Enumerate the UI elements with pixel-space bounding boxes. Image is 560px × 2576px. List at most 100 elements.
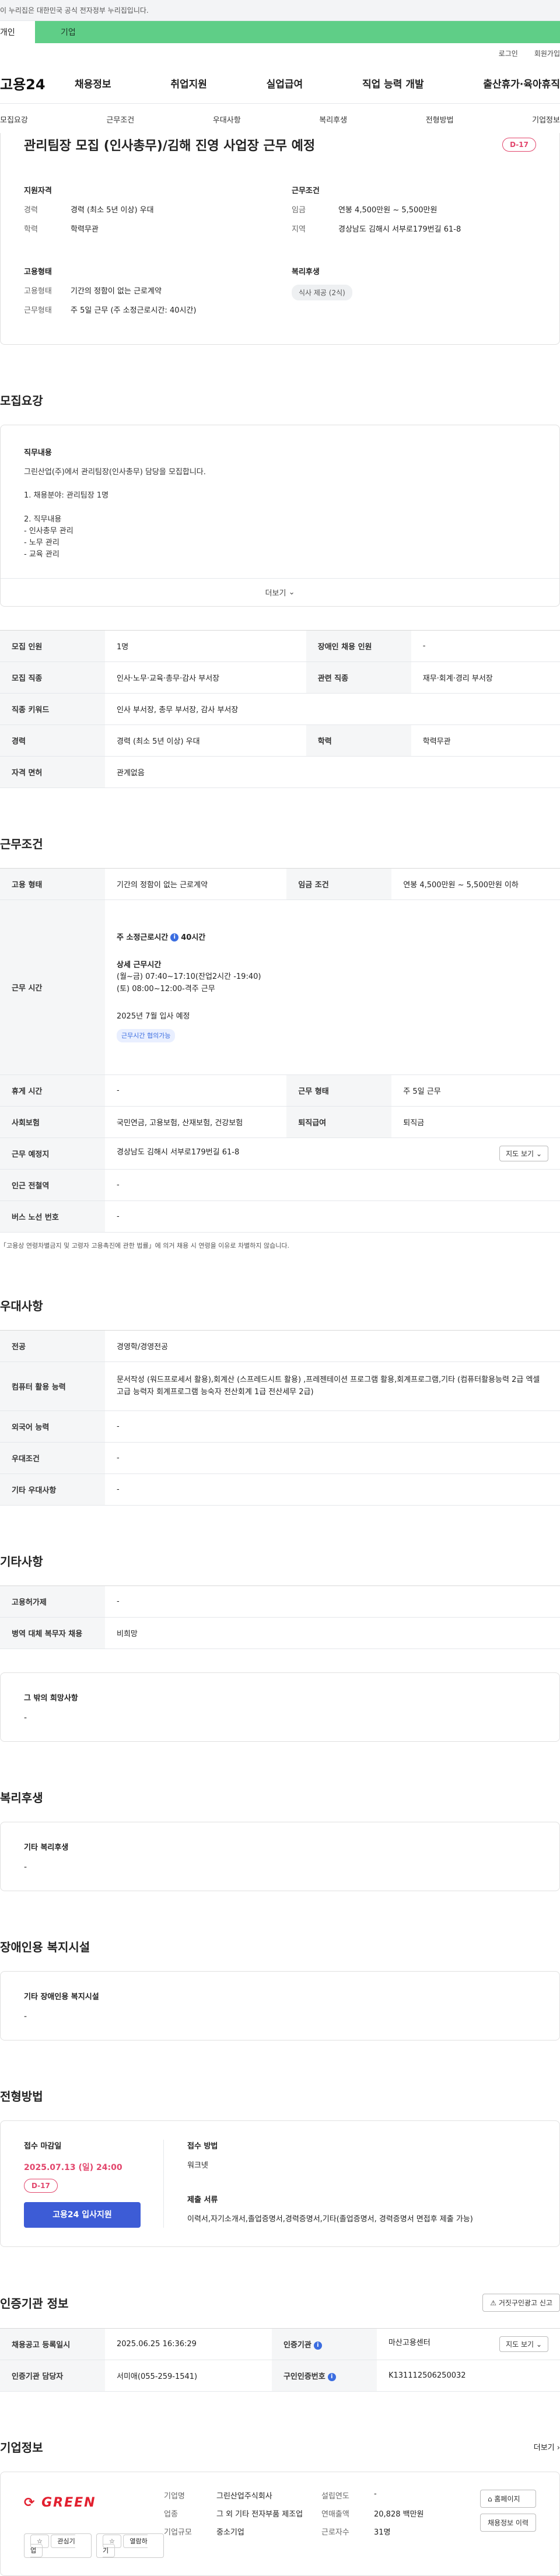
cell-label: 인증기관 담당자	[0, 2360, 105, 2392]
subnav-prefer[interactable]: 우대사항	[213, 114, 241, 125]
subnav-conditions[interactable]: 근무조건	[106, 114, 134, 125]
more-button[interactable]: 더보기 ⌄	[1, 578, 559, 606]
gnb-item-unemployment[interactable]: 실업급여	[267, 76, 303, 90]
job-description-card: 직무내용 그린산업(주)에서 관리팀장(인사총무) 담당을 모집합니다. 1. …	[0, 425, 560, 607]
gnb-item-skills[interactable]: 직업 능력 개발	[362, 76, 424, 90]
agency-map-button[interactable]: 지도 보기 ⌄	[499, 2336, 548, 2353]
table-row: 근무 예정지 경상남도 김해시 서부로179번길 61-8 지도 보기 ⌄	[0, 1138, 560, 1170]
cell-label: 근무 시간	[0, 900, 105, 1076]
region-value: 경상남도 김해시 서부로179번길 61-8	[338, 225, 461, 234]
site-logo[interactable]: 고용24	[0, 73, 58, 93]
cell-label: 사회보험	[0, 1106, 105, 1139]
favorite-button[interactable]: ☆ 관심기업	[24, 2533, 92, 2558]
welfare-card-value: -	[24, 1863, 27, 1873]
company-more-link[interactable]: 더보기 ›	[534, 2441, 560, 2452]
agency-value: 마산고용센터	[388, 2339, 430, 2348]
wage-label: 임금	[292, 206, 306, 215]
summary-welfare: 복리후생 식사 제공 (2식)	[292, 265, 536, 323]
chevron-down-icon: ⌄	[536, 2340, 542, 2349]
table-row: 직종 키워드 인사 부서장, 총무 부서장, 감사 부서장	[0, 693, 560, 726]
desc-title: 직무내용	[24, 449, 52, 457]
info-icon[interactable]: i	[313, 2341, 322, 2350]
company-logo: ⟳ GREEN	[24, 2496, 96, 2511]
company-header: 기업정보 더보기 ›	[0, 2438, 560, 2455]
desc-line: 그린산업(주)에서 관리팀장(인사총무) 담당을 모집합니다.	[24, 468, 206, 477]
subnav-selection[interactable]: 전형방법	[426, 114, 454, 125]
home-icon: ⌂	[487, 2495, 492, 2504]
gnb-item-jobs[interactable]: 채용정보	[75, 76, 111, 90]
agency-header: 인증기관 정보 ⚠ 거짓구인광고 신고	[0, 2294, 560, 2312]
cell-value: 관계없음	[105, 756, 560, 789]
job-title: 관리팀장 모집 (인사총무)/김해 진영 사업장 근무 예정	[24, 139, 316, 153]
disabled-card: 기타 장애인용 복지시설 -	[0, 1971, 560, 2041]
deadline-value: 2025.07.13 (일) 24:00	[24, 2163, 123, 2173]
table-row: 채용공고 등록일시 2025.06.25 16:36:29 인증기관 i 마산고용…	[0, 2328, 560, 2361]
chevron-right-icon: ›	[556, 2444, 560, 2453]
section-title-disabled: 장애인용 복지시설	[0, 1940, 90, 1955]
summary-employment: 고용형태 고용형태 기간의 정함이 없는 근로계약 근무형태 주 5일 근무 (주 …	[24, 265, 268, 323]
gnb-item-employment-support[interactable]: 취업지원	[170, 76, 207, 90]
cell-value: -	[105, 1474, 560, 1506]
detail-title: 상세 근무시간	[117, 960, 162, 970]
apply-button[interactable]: 고용24 입사지원	[24, 2202, 141, 2228]
cell-value: -	[411, 630, 560, 663]
table-row: 병역 대체 복무자 채용 비희망	[0, 1617, 560, 1650]
cell-value: 서미애(055-259-1541)	[105, 2360, 272, 2392]
table-row: 모집 인원 1명 장애인 채용 인원 -	[0, 630, 560, 663]
subnav-recruit[interactable]: 모집요강	[0, 114, 28, 125]
emp-title: 고용형태	[24, 268, 52, 276]
company-card: ⟳ GREEN ☆ 관심기업 ☆ 열람하기 기업명 그린산업주식회사 설립연도 …	[0, 2472, 560, 2576]
table-row: 고용 형태 기간의 정함이 없는 근로계약 임금 조건 연봉 4,500만원 ~…	[0, 868, 560, 901]
cell-label: 근무 형태	[286, 1074, 392, 1107]
cell-label: 고용 형태	[0, 868, 105, 901]
cell-value: 2025.06.25 16:36:29	[105, 2328, 272, 2361]
homepage-button[interactable]: ⌂ 홈페이지	[480, 2490, 536, 2508]
docs-value: 이력서,자기소개서,졸업증명서,경력증명서,기타(졸업증명서, 경력증명서 면접…	[187, 2215, 473, 2224]
table-row: 전공 경영학/경영전공	[0, 1330, 560, 1363]
report-button[interactable]: ⚠ 거짓구인광고 신고	[482, 2294, 560, 2312]
cell-value: 문서작성 (워드프로세서 활용),회계산 (스프레드시트 활용) ,프레젠테이션…	[105, 1362, 560, 1412]
company-more-label: 더보기	[533, 2444, 555, 2453]
cell-value: K131112506250032	[376, 2360, 560, 2392]
cell-label: 모집 인원	[0, 630, 105, 663]
company-est-label: 설립연도	[321, 2492, 349, 2501]
tab-personal[interactable]: 개인	[0, 21, 35, 43]
cell-value: 퇴직금	[391, 1106, 560, 1139]
edu-label: 학력	[24, 225, 38, 234]
company-size-label: 기업규모	[164, 2528, 192, 2538]
place-value: 경상남도 김해시 서부로179번길 61-8	[117, 1148, 240, 1157]
company-sales-value: 20,828 백만원	[374, 2510, 424, 2519]
info-icon[interactable]: i	[327, 2372, 336, 2381]
cell-value: 1명	[105, 630, 306, 663]
table-row: 버스 노선 번호 -	[0, 1200, 560, 1233]
map-button[interactable]: 지도 보기 ⌄	[499, 1146, 548, 1162]
company-est-value: -	[374, 2490, 377, 2499]
cell-value: 재무·회계·경리 부서장	[411, 662, 560, 694]
subnav-company[interactable]: 기업정보	[532, 114, 560, 125]
login-link[interactable]: 로그인	[499, 48, 518, 58]
view-button[interactable]: ☆ 열람하기	[96, 2533, 164, 2558]
table-row: 인근 전철역 -	[0, 1169, 560, 1202]
subnav-welfare[interactable]: 복리후생	[319, 114, 347, 125]
etc-table: 고용허가제 - 병역 대체 복무자 채용 비희망	[0, 1586, 560, 1650]
report-icon: ⚠	[490, 2299, 497, 2308]
gnb-item-leave[interactable]: 출산휴가·육아휴직	[483, 76, 560, 90]
cell-label: 모집 직종	[0, 662, 105, 694]
hours-negotiable-tag: 근무시간 협의가능	[117, 1028, 176, 1043]
summary-card: 관리팀장 모집 (인사총무)/김해 진영 사업장 근무 예정 D-17 지원자격…	[0, 133, 560, 345]
docs-title: 제출 서류	[187, 2196, 218, 2205]
signup-link[interactable]: 회원가입	[534, 48, 560, 58]
tab-company-label: 기업	[61, 28, 76, 37]
section-title-welfare: 복리후생	[0, 1791, 43, 1805]
info-icon[interactable]: i	[170, 933, 179, 942]
tab-company[interactable]: 기업	[35, 21, 560, 43]
desc-line	[24, 478, 536, 490]
deadline-title: 접수 마감일	[24, 2142, 62, 2151]
chevron-down-icon: ⌄	[536, 1150, 542, 1158]
prefer-table: 전공 경영학/경영전공 컴퓨터 활용 능력 문서작성 (워드프로세서 활용),회…	[0, 1330, 560, 1506]
desc-line: - 인사총무 관리	[24, 526, 74, 536]
cell-value: 주 5일 근무	[391, 1074, 560, 1107]
job-history-button[interactable]: 채용정보 이력	[480, 2514, 536, 2532]
cond-title: 근무조건	[292, 187, 320, 195]
company-sales-label: 연매출액	[321, 2510, 349, 2519]
